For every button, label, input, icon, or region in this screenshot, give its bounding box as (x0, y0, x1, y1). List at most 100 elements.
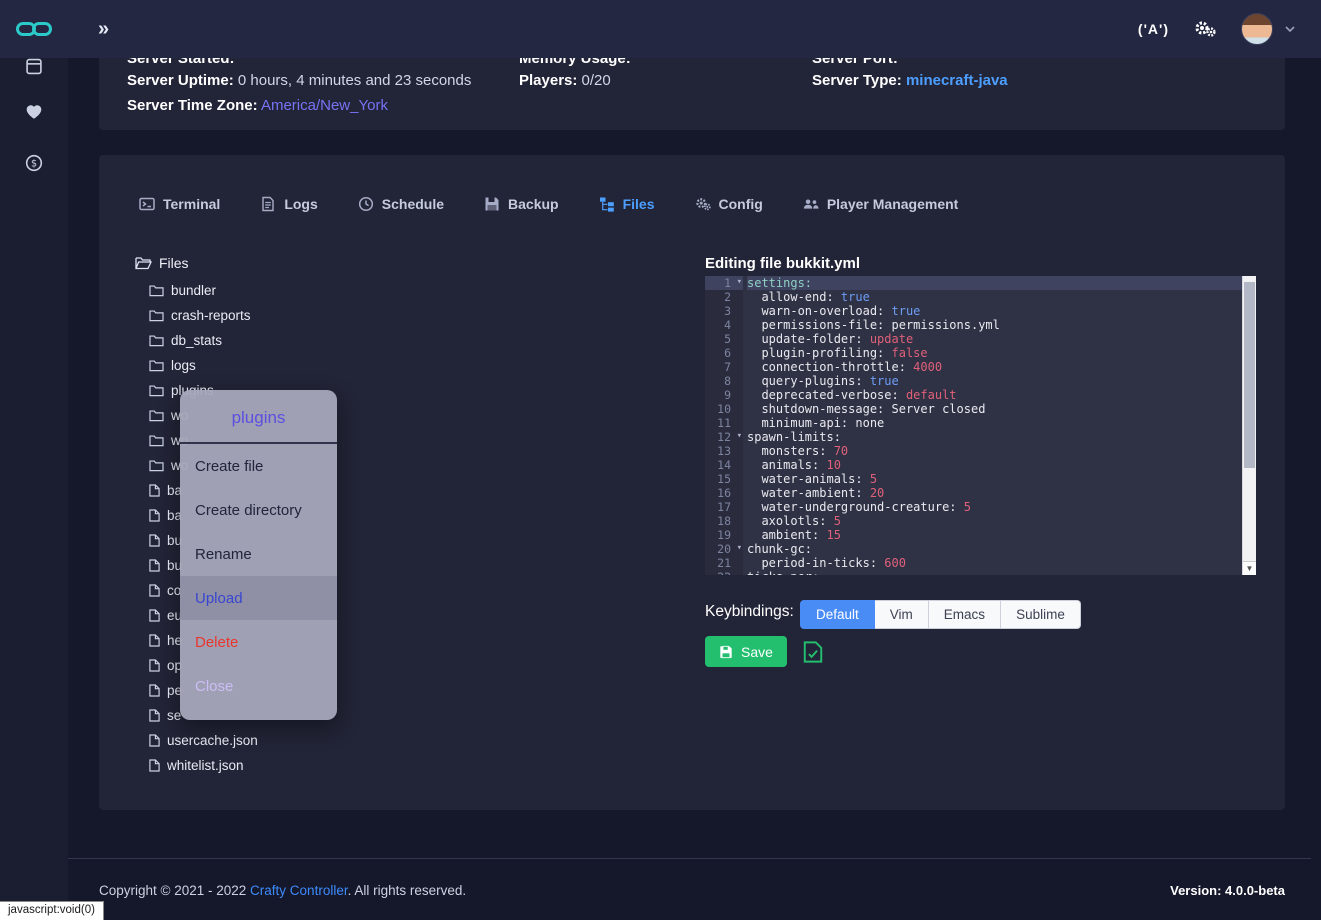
avatar[interactable] (1241, 13, 1273, 45)
crafty-controller-link[interactable]: Crafty Controller (250, 883, 348, 898)
tree-item-label: logs (171, 358, 196, 373)
tree-item-label: usercache.json (167, 733, 258, 748)
gutter-line-number: 8 (705, 374, 743, 388)
file-icon (149, 659, 160, 672)
crafty-logo[interactable] (0, 0, 68, 58)
code-line: plugin-profiling: false (747, 346, 1242, 360)
gutter-line-number: 11 (705, 416, 743, 430)
code-line: connection-throttle: 4000 (747, 360, 1242, 374)
tab-backup[interactable]: Backup (484, 196, 559, 212)
stat-label: Server Time Zone: (127, 97, 258, 114)
folder-icon (149, 459, 164, 472)
fold-arrow-icon[interactable]: ▾ (737, 541, 742, 555)
config-icon (695, 196, 711, 212)
keybindings-group: DefaultVimEmacsSublime (800, 600, 1081, 629)
code-line: monsters: 70 (747, 444, 1242, 458)
tab-label: Backup (508, 196, 559, 212)
file-icon (149, 734, 160, 747)
tree-item-label: whitelist.json (167, 758, 244, 773)
players-icon (803, 196, 819, 212)
keybinding-vim[interactable]: Vim (875, 600, 929, 629)
editor-scrollbar[interactable]: ▼ (1242, 276, 1256, 575)
tree-item-db_stats[interactable]: db_stats (149, 328, 258, 353)
save-floppy-icon (719, 645, 733, 659)
gutter-line-number: 3 (705, 304, 743, 318)
context-menu-items: Create fileCreate directoryRenameUploadD… (180, 444, 337, 708)
menu-item-create-directory[interactable]: Create directory (180, 488, 337, 532)
keybinding-sublime[interactable]: Sublime (1001, 600, 1081, 629)
tab-config[interactable]: Config (695, 196, 763, 212)
tree-item-whitelist.json[interactable]: whitelist.json (149, 753, 258, 778)
stat-label: Server Uptime: (127, 72, 234, 89)
editor-title: Editing file bukkit.yml (705, 255, 860, 272)
code-line: update-folder: update (747, 332, 1242, 346)
code-editor[interactable]: 1▾23456789101112▾1314151617181920▾2122 s… (705, 276, 1256, 575)
tab-files[interactable]: Files (599, 196, 655, 212)
tree-item-crash-reports[interactable]: crash-reports (149, 303, 258, 328)
timezone-link[interactable]: America/New_York (261, 97, 388, 114)
keybinding-default[interactable]: Default (800, 600, 875, 629)
code-line: warn-on-overload: true (747, 304, 1242, 318)
save-button[interactable]: Save (705, 636, 787, 667)
stat-label: Server Type: (812, 72, 902, 89)
tab-player-management[interactable]: Player Management (803, 196, 959, 212)
code-line: shutdown-message: Server closed (747, 402, 1242, 416)
copyright-prefix: Copyright © 2021 - 2022 (99, 883, 250, 898)
scrollbar-thumb[interactable] (1244, 282, 1255, 468)
gutter-line-number: 18 (705, 514, 743, 528)
gutter-line-number: 13 (705, 444, 743, 458)
file-icon (149, 709, 160, 722)
tab-schedule[interactable]: Schedule (358, 196, 444, 212)
keybinding-emacs[interactable]: Emacs (929, 600, 1001, 629)
files-icon (599, 196, 615, 212)
gutter-line-number: 15 (705, 472, 743, 486)
gutter-line-number: 17 (705, 500, 743, 514)
window-icon[interactable] (26, 58, 43, 75)
save-button-label: Save (741, 644, 773, 660)
scrollbar-down-arrow-icon[interactable]: ▼ (1243, 561, 1256, 575)
folder-icon (149, 334, 164, 347)
folder-icon (149, 284, 164, 297)
file-icon (149, 584, 160, 597)
stat-timezone: Server Time Zone: America/New_York (127, 97, 388, 114)
fold-arrow-icon[interactable]: ▾ (737, 429, 742, 443)
file-context-menu: plugins Create fileCreate directoryRenam… (180, 390, 337, 720)
context-menu-title: plugins (180, 390, 337, 442)
gutter-line-number: 14 (705, 458, 743, 472)
menu-item-rename[interactable]: Rename (180, 532, 337, 576)
code-line: spawn-limits: (747, 430, 1242, 444)
file-check-icon[interactable] (803, 641, 823, 663)
tree-item-logs[interactable]: logs (149, 353, 258, 378)
editor-code-area[interactable]: settings: allow-end: true warn-on-overlo… (743, 276, 1242, 575)
browser-status-bar: javascript:void(0) (0, 901, 104, 920)
tree-item-usercache.json[interactable]: usercache.json (149, 728, 258, 753)
settings-gears-icon[interactable] (1193, 19, 1217, 39)
code-line: water-underground-creature: 5 (747, 500, 1242, 514)
language-icon[interactable]: ('A') (1138, 21, 1169, 37)
fold-arrow-icon[interactable]: ▾ (737, 276, 742, 289)
donate-coin-icon[interactable]: $ (25, 154, 43, 172)
code-line: ticks-per: (747, 570, 1242, 575)
gutter-line-number: 5 (705, 332, 743, 346)
file-tree-root[interactable]: Files (135, 255, 189, 271)
tab-logs[interactable]: Logs (260, 196, 317, 212)
stat-players: Players: 0/20 (519, 72, 611, 89)
menu-item-close[interactable]: Close (180, 664, 337, 708)
left-sidebar: $ (0, 58, 68, 920)
menu-item-delete[interactable]: Delete (180, 620, 337, 664)
backup-icon (484, 196, 500, 212)
heart-icon[interactable] (25, 104, 43, 120)
file-icon (149, 484, 160, 497)
schedule-icon (358, 196, 374, 212)
terminal-icon (139, 196, 155, 212)
server-type-link[interactable]: minecraft-java (906, 72, 1008, 89)
file-icon (149, 609, 160, 622)
chevron-down-icon[interactable] (1285, 26, 1295, 32)
sidebar-collapse-toggle[interactable]: » (98, 18, 109, 41)
tab-label: Logs (284, 196, 317, 212)
menu-item-upload[interactable]: Upload (180, 576, 337, 620)
file-tree-root-label: Files (159, 255, 189, 271)
tree-item-bundler[interactable]: bundler (149, 278, 258, 303)
tab-terminal[interactable]: Terminal (139, 196, 220, 212)
menu-item-create-file[interactable]: Create file (180, 444, 337, 488)
